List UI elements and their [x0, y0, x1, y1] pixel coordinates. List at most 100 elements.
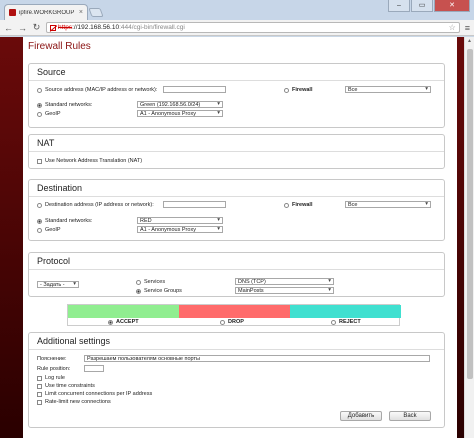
- right-theme-band: [457, 37, 464, 438]
- limit-concurrent-checkbox[interactable]: [37, 391, 42, 397]
- insecure-lock-icon[interactable]: [50, 24, 56, 31]
- add-button[interactable]: Добавить: [340, 411, 382, 421]
- source-firewall-label: Firewall: [292, 87, 313, 93]
- rate-limit-label: Rate-limit new connections: [45, 399, 111, 405]
- drop-label: DROP: [228, 319, 244, 325]
- url-path: :444/cgi-bin/firewall.cgi: [119, 24, 185, 31]
- accept-color-bar: [68, 305, 179, 318]
- services-radio[interactable]: [136, 279, 141, 285]
- protocol-heading: Protocol: [37, 256, 71, 266]
- destination-address-radio[interactable]: [37, 202, 42, 208]
- destination-geoip-label: GeoIP: [45, 227, 61, 233]
- destination-firewall-label: Firewall: [292, 202, 313, 208]
- destination-standard-networks-radio[interactable]: [37, 218, 42, 224]
- scroll-up-icon[interactable]: ▲: [467, 38, 472, 44]
- tab-title: ipfire.WORKGROUP - Ros: [19, 9, 76, 16]
- reload-icon[interactable]: ↻: [32, 22, 41, 33]
- destination-standard-networks-label: Standard networks:: [45, 218, 93, 224]
- title-bar: ipfire.WORKGROUP - Ros × – ▭ ✕: [0, 0, 474, 20]
- source-standard-networks-radio[interactable]: [37, 102, 42, 108]
- use-time-checkbox[interactable]: [37, 383, 42, 389]
- back-arrow-icon[interactable]: ←: [4, 23, 13, 33]
- action-selector: ACCEPT DROP REJECT: [67, 304, 401, 326]
- source-address-input[interactable]: [163, 86, 226, 93]
- page-title: Firewall Rules: [28, 41, 91, 52]
- source-section: Source Source address (MAC/IP address or…: [28, 63, 445, 128]
- use-nat-checkbox[interactable]: [37, 158, 42, 164]
- forward-arrow-icon[interactable]: →: [18, 23, 27, 33]
- service-groups-label: Service Groups: [144, 288, 182, 294]
- source-standard-networks-label: Standard networks:: [45, 102, 93, 108]
- maximize-button[interactable]: ▭: [411, 0, 433, 12]
- destination-geoip-select[interactable]: A1 - Anonymous Proxy: [137, 226, 223, 233]
- url-protocol: https: [58, 24, 73, 31]
- nat-heading: NAT: [37, 138, 55, 148]
- destination-firewall-select[interactable]: Все: [345, 201, 431, 208]
- destination-heading: Destination: [37, 183, 83, 193]
- divider: [29, 151, 444, 152]
- accept-label: ACCEPT: [116, 319, 139, 325]
- reject-radio[interactable]: [331, 319, 336, 325]
- destination-standard-networks-select[interactable]: RED: [137, 217, 223, 224]
- accept-radio[interactable]: [108, 319, 113, 325]
- destination-address-label: Destination address (IP address or netwo…: [45, 202, 154, 208]
- rate-limit-checkbox[interactable]: [37, 399, 42, 405]
- source-geoip-radio[interactable]: [37, 111, 42, 117]
- main-content: Firewall Rules Source Source address (MA…: [23, 37, 457, 438]
- address-bar[interactable]: https://192.168.56.10:444/cgi-bin/firewa…: [46, 22, 460, 33]
- protocol-section: Protocol - Задать - Services DNS (TCP) S…: [28, 252, 445, 297]
- new-tab-button[interactable]: [88, 8, 104, 17]
- source-geoip-select[interactable]: A1 - Anonymous Proxy: [137, 110, 223, 117]
- nat-section: NAT Use Network Address Translation (NAT…: [28, 134, 445, 169]
- use-time-label: Use time constraints: [45, 383, 95, 389]
- back-button[interactable]: Back: [389, 411, 431, 421]
- protocol-select[interactable]: - Задать -: [37, 281, 79, 288]
- ipfire-favicon-icon: [9, 9, 16, 16]
- reject-label: REJECT: [339, 319, 361, 325]
- reject-color-bar: [290, 305, 401, 318]
- rule-position-label: Rule position:: [37, 366, 71, 372]
- remark-input[interactable]: Разрешаем пользователям основные порты: [84, 355, 430, 362]
- log-rule-label: Log rule: [45, 375, 65, 381]
- url-host: ://192.168.56.10: [72, 24, 120, 31]
- close-window-button[interactable]: ✕: [434, 0, 470, 12]
- source-firewall-select[interactable]: Все: [345, 86, 431, 93]
- divider: [29, 80, 444, 81]
- divider: [29, 196, 444, 197]
- browser-tab[interactable]: ipfire.WORKGROUP - Ros ×: [4, 4, 88, 20]
- destination-geoip-radio[interactable]: [37, 227, 42, 233]
- service-groups-radio[interactable]: [136, 288, 141, 294]
- browser-toolbar: ← → ↻ https://192.168.56.10:444/cgi-bin/…: [0, 20, 474, 36]
- service-groups-select[interactable]: MainPosts: [235, 287, 334, 294]
- destination-section: Destination Destination address (IP addr…: [28, 179, 445, 241]
- divider: [29, 349, 444, 350]
- window-controls: – ▭ ✕: [388, 0, 470, 12]
- use-nat-label: Use Network Address Translation (NAT): [45, 158, 143, 164]
- drop-color-bar: [179, 305, 290, 318]
- vertical-scrollbar[interactable]: ▲: [464, 37, 474, 438]
- menu-icon[interactable]: ≡: [465, 23, 470, 33]
- destination-firewall-radio[interactable]: [284, 202, 289, 208]
- services-label: Services: [144, 279, 166, 285]
- remark-label: Пояснение:: [37, 356, 67, 362]
- minimize-button[interactable]: –: [388, 0, 410, 12]
- source-firewall-radio[interactable]: [284, 87, 289, 93]
- log-rule-checkbox[interactable]: [37, 375, 42, 381]
- web-page: ▲ Firewall Rules Source Source address (…: [0, 37, 474, 438]
- source-standard-networks-select[interactable]: Green (192.168.56.0/24): [137, 101, 223, 108]
- additional-settings-section: Additional settings Пояснение: Разрешаем…: [28, 332, 445, 428]
- additional-settings-heading: Additional settings: [37, 336, 111, 346]
- tab-close-icon[interactable]: ×: [79, 9, 83, 16]
- limit-concurrent-label: Limit concurrent connections per IP addr…: [45, 391, 153, 397]
- bookmark-star-icon[interactable]: ☆: [449, 23, 456, 32]
- services-select[interactable]: DNS (TCP): [235, 278, 334, 285]
- divider: [29, 269, 444, 270]
- source-geoip-label: GeoIP: [45, 111, 61, 117]
- source-address-label: Source address (MAC/IP address or networ…: [45, 87, 158, 93]
- left-theme-band: [0, 37, 23, 438]
- drop-radio[interactable]: [220, 319, 225, 325]
- source-address-radio[interactable]: [37, 87, 42, 93]
- destination-address-input[interactable]: [163, 201, 226, 208]
- scrollbar-thumb[interactable]: [467, 49, 473, 379]
- rule-position-input[interactable]: [84, 365, 104, 372]
